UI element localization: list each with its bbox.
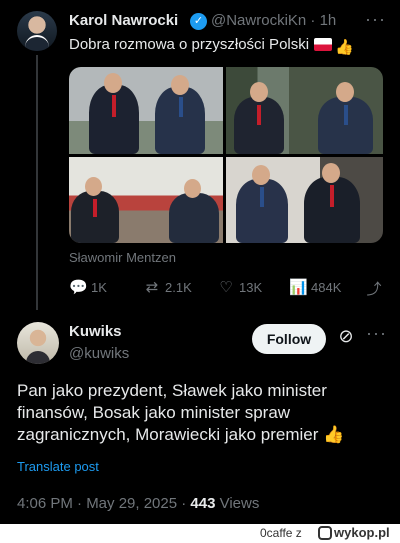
thread-line: [36, 55, 38, 310]
photo-3[interactable]: [69, 157, 223, 243]
share-button[interactable]: ⤴: [365, 278, 387, 299]
verified-badge-icon: ✓: [190, 13, 207, 30]
thumbs-up-icon: 👍: [323, 425, 345, 444]
reply-icon: 💬: [69, 279, 88, 296]
parent-tweet[interactable]: Karol Nawrocki ✓ @NawrockiKn · 1h ··· Do…: [0, 0, 400, 310]
translate-link[interactable]: Translate post: [17, 459, 99, 474]
views-count: 443: [190, 495, 216, 512]
photo-2[interactable]: [226, 67, 383, 154]
tweet-text: Dobra rozmowa o przyszłości Polski 👍: [69, 36, 354, 56]
reply-tweet[interactable]: Kuwiks @kuwiks Follow ⊘ ··· Pan jako pre…: [0, 306, 400, 524]
more-icon[interactable]: ···: [365, 9, 386, 30]
avatar[interactable]: [17, 322, 59, 364]
post-meta: 4:06 PM · May 29, 2025 · 443 Views: [17, 495, 259, 512]
author-handle[interactable]: @NawrockiKn · 1h: [211, 12, 336, 29]
media-grid[interactable]: [69, 67, 383, 243]
reply-text: Pan jako prezydent, Sławek jako minister…: [17, 381, 345, 444]
poland-flag-icon: [314, 38, 333, 51]
watermark-site: wykop.pl: [334, 525, 390, 540]
like-icon: ♡: [219, 279, 233, 296]
repost-icon: ⇄: [145, 279, 159, 296]
reply-author-name[interactable]: Kuwiks: [69, 323, 122, 340]
repost-button[interactable]: ⇄ 2.1K: [143, 278, 192, 296]
image-caption: Sławomir Mentzen: [69, 250, 176, 265]
views-icon: 📊: [289, 279, 308, 296]
wykop-logo: wykop.pl: [318, 525, 390, 540]
watermark-bar: 0caffe z wykop.pl: [0, 524, 400, 543]
action-bar: 💬 1K ⇄ 2.1K ♡ 13K 📊 484K ⤴: [69, 278, 383, 298]
like-button[interactable]: ♡ 13K: [217, 278, 262, 296]
reply-author-handle[interactable]: @kuwiks: [69, 345, 129, 362]
photo-1[interactable]: [69, 67, 223, 154]
watermark-user: 0caffe z: [260, 526, 302, 540]
more-icon[interactable]: ···: [366, 323, 387, 344]
avatar[interactable]: [17, 11, 57, 51]
reply-button[interactable]: 💬 1K: [69, 278, 107, 296]
follow-button[interactable]: Follow: [252, 324, 326, 354]
thumbs-up-icon: 👍: [335, 39, 354, 56]
views-button[interactable]: 📊 484K: [289, 278, 341, 296]
share-icon: ⤴: [366, 281, 382, 298]
photo-4[interactable]: [226, 157, 383, 243]
views-label: Views: [215, 495, 260, 512]
author-name[interactable]: Karol Nawrocki: [69, 12, 178, 29]
grok-icon[interactable]: ⊘: [336, 326, 356, 346]
timestamp[interactable]: 4:06 PM · May 29, 2025 ·: [17, 495, 190, 512]
wykop-logo-icon: [318, 526, 332, 540]
